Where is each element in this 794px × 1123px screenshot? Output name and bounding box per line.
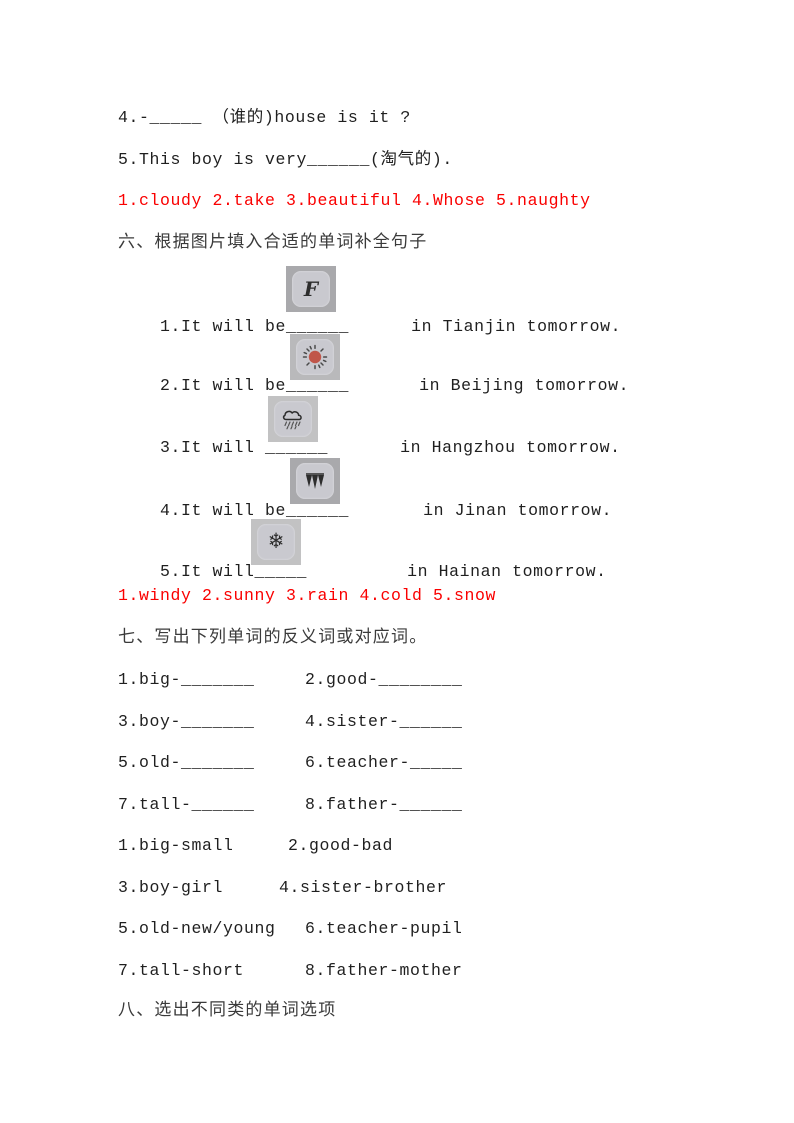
answer-key-section-five: 1.cloudy 2.take 3.beautiful 4.Whose 5.na… — [118, 191, 591, 210]
answer-pair-left: 1.big-small — [118, 836, 234, 855]
picture-question-1: 1.It will be______ in Tianjin tomorrow. — [118, 302, 621, 352]
question-text-after: in Beijing tomorrow. — [419, 375, 630, 395]
sun-icon-svg — [302, 344, 328, 370]
cold-icicle-icon-svg — [306, 473, 324, 489]
snowflake-icon: ❄ — [251, 519, 301, 565]
question-number: 2. — [160, 375, 182, 395]
rain-cloud-icon-svg — [282, 410, 302, 430]
wind-icon: F — [286, 266, 336, 312]
question-number: 4. — [160, 500, 182, 520]
answer-pair-right: 2.good-bad — [288, 836, 394, 855]
answer-pair-right: 8.father-mother — [305, 961, 463, 980]
answer-key-section-six: 1.windy 2.sunny 3.rain 4.cold 5.snow — [118, 586, 497, 605]
blank-pair-right: 6.teacher-_____ — [305, 753, 463, 772]
wind-icon-face: F — [292, 271, 330, 307]
wind-glyph: F — [303, 277, 319, 301]
blank-pair-left: 1.big-_______ — [118, 670, 255, 689]
question-item: 4.-_____ （谁的)house is it ? — [118, 108, 411, 127]
question-text-before: It will_____ — [181, 561, 308, 581]
question-number: 1. — [160, 316, 182, 336]
cold-icicle-icon-face — [296, 463, 334, 499]
sun-icon — [290, 334, 340, 380]
snowflake-glyph: ❄ — [269, 528, 283, 555]
rain-cloud-icon-face — [274, 401, 312, 437]
answer-pair-left: 5.old-new/young — [118, 919, 276, 938]
question-text-after: in Hangzhou tomorrow. — [400, 437, 621, 457]
blank-pair-left: 5.old-_______ — [118, 753, 255, 772]
blank-pair-right: 4.sister-______ — [305, 712, 463, 731]
question-item: 5.This boy is very______(淘气的). — [118, 150, 453, 169]
blank-pair-left: 3.boy-_______ — [118, 712, 255, 731]
sun-icon-face — [296, 339, 334, 375]
answer-pair-left: 7.tall-short — [118, 961, 245, 980]
question-text-before: It will be______ — [181, 316, 350, 336]
picture-question-4: 4.It will be______ in Jinan tomorrow. — [118, 486, 612, 536]
question-text-before: It will be______ — [181, 500, 350, 520]
answer-pair-left: 3.boy-girl — [118, 878, 224, 897]
cold-icicle-icon — [290, 458, 340, 504]
question-text-after: in Tianjin tomorrow. — [411, 316, 622, 336]
picture-question-2: 2.It will be______ in Beijing tomorrow. — [118, 361, 629, 411]
answer-pair-right: 4.sister-brother — [279, 878, 448, 897]
question-number: 3. — [160, 437, 182, 457]
question-number: 5. — [160, 561, 182, 581]
question-text-after: in Hainan tomorrow. — [407, 561, 607, 581]
answer-pair-right: 6.teacher-pupil — [305, 919, 463, 938]
blank-pair-right: 2.good-________ — [305, 670, 463, 689]
blank-pair-left: 7.tall-______ — [118, 795, 255, 814]
rain-cloud-icon — [268, 396, 318, 442]
question-text-after: in Jinan tomorrow. — [423, 500, 613, 520]
snowflake-icon-face: ❄ — [257, 524, 295, 560]
picture-question-3: 3.It will ______ in Hangzhou tomorrow. — [118, 423, 621, 473]
section-heading-eight: 八、选出不同类的单词选项 — [118, 1000, 337, 1020]
worksheet-page: 4.-_____ （谁的)house is it ? 5.This boy is… — [0, 0, 794, 1123]
section-heading-six: 六、根据图片填入合适的单词补全句子 — [118, 232, 428, 252]
section-heading-seven: 七、写出下列单词的反义词或对应词。 — [118, 627, 428, 647]
blank-pair-right: 8.father-______ — [305, 795, 463, 814]
